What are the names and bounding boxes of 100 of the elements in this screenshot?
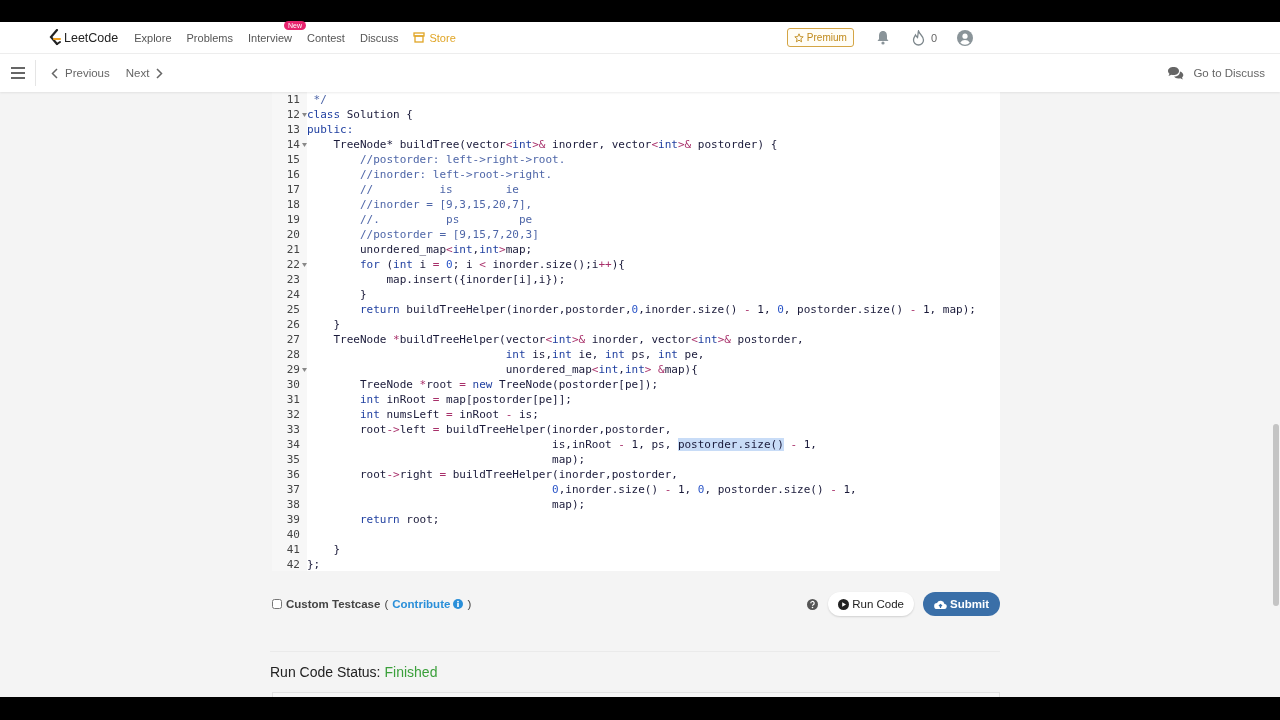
nav-link[interactable]: Contest (307, 31, 345, 44)
code-line: int inRoot = map[postorder[pe]]; (358, 393, 572, 406)
code-line: //inorder = [9,3,15,20,7], (358, 198, 533, 211)
code-line: //postorder: left->right->root. (358, 153, 566, 166)
code-line: // is ie (358, 183, 519, 196)
line-number: 33 (286, 423, 300, 436)
code-line: TreeNode *root = new TreeNode(postorder[pe]); (358, 378, 659, 391)
line-number: 32 (286, 408, 300, 421)
chevron-left-icon (51, 67, 58, 79)
code-line: map.insert({inorder[i],i}); (385, 273, 566, 286)
line-number: 19 (286, 213, 300, 226)
menu-icon[interactable] (11, 67, 25, 79)
nav-link[interactable]: Explore (134, 31, 172, 44)
star-icon (793, 32, 804, 43)
logo-icon (48, 28, 62, 47)
code-line: int is,int ie, int ps, int pe, (504, 348, 705, 361)
fold-arrow-icon[interactable] (302, 142, 307, 147)
line-number: 41 (286, 543, 300, 556)
code-line: //inorder: left->root->right. (358, 168, 553, 181)
code-line: }; (307, 558, 321, 571)
submit-button[interactable]: Submit (923, 592, 1000, 616)
line-number: 42 (286, 558, 300, 571)
code-line: is,inRoot - 1, ps, postorder.size() - 1, (551, 438, 817, 451)
code-line: for (int i = 0; i < inorder.size();i++){ (358, 258, 625, 271)
close-parenthesis: ) (467, 598, 472, 610)
code-line: } (358, 288, 367, 301)
line-number: 21 (286, 243, 300, 256)
code-line: //. ps pe (358, 213, 533, 226)
custom-testcase-checkbox[interactable] (272, 599, 282, 609)
help-icon[interactable] (807, 598, 819, 610)
status-value: Finished (384, 664, 438, 680)
line-number: 36 (286, 468, 300, 481)
code-line: unordered_map<int,int>map; (358, 243, 533, 256)
streak-count: 0 (930, 31, 937, 44)
line-number: 18 (286, 198, 300, 211)
line-number: 22 (286, 258, 300, 271)
play-icon (838, 598, 850, 610)
line-number: 20 (286, 228, 300, 241)
code-line: 0,inorder.size() - 1, 0, postorder.size() - 1, (551, 483, 857, 496)
line-number: 38 (286, 498, 300, 511)
line-number: 27 (286, 333, 300, 346)
line-number: 31 (286, 393, 300, 406)
previous-button[interactable]: Previous (48, 65, 113, 81)
open-parenthesis: ( (384, 598, 389, 610)
code-line: } (332, 318, 341, 331)
line-number: 16 (286, 168, 300, 181)
custom-testcase-label[interactable]: Custom Testcase (286, 598, 381, 610)
cloud-upload-icon (934, 598, 947, 610)
avatar-icon[interactable] (957, 29, 973, 46)
line-number: 25 (286, 303, 300, 316)
run-code-button[interactable]: Run Code (828, 592, 914, 616)
fold-arrow-icon[interactable] (302, 262, 307, 267)
info-icon[interactable] (453, 599, 464, 609)
code-line: //postorder = [9,15,7,20,3] (358, 228, 539, 241)
go-to-discuss-button[interactable]: Go to Discuss (1164, 64, 1268, 82)
code-line: int numsLeft = inRoot - is; (358, 408, 539, 421)
line-number: 15 (286, 153, 300, 166)
status-label: Run Code Status: (270, 664, 381, 680)
line-number: 34 (286, 438, 300, 451)
line-number: 11 (286, 93, 300, 106)
store-icon (413, 32, 426, 43)
code-line: unordered_map<int,int> &map){ (504, 363, 698, 376)
line-number: 29 (286, 363, 300, 376)
code-line: root->right = buildTreeHelper(inorder,postorder, (358, 468, 678, 481)
nav-link[interactable]: Problems (186, 31, 233, 44)
code-line: root->left = buildTreeHelper(inorder,postorder, (358, 423, 672, 436)
fold-arrow-icon[interactable] (302, 367, 307, 372)
line-number: 35 (286, 453, 300, 466)
line-number: 39 (286, 513, 300, 526)
bell-icon[interactable] (875, 30, 890, 45)
code-line: map); (551, 453, 586, 466)
code-line: } (332, 543, 341, 556)
line-number: 17 (286, 183, 300, 196)
fold-arrow-icon[interactable] (302, 112, 307, 117)
code-editor[interactable] (272, 90, 1000, 571)
code-line: class Solution { (307, 108, 413, 121)
code-line: public: (307, 123, 354, 136)
chevron-right-icon (156, 67, 164, 79)
line-number: 14 (286, 138, 300, 151)
code-line: TreeNode *buildTreeHelper(vector<int>& inorder, vector<int>& postorder, (332, 333, 804, 346)
line-number: 23 (286, 273, 300, 286)
scrollbar-thumb[interactable] (1273, 424, 1279, 606)
code-line: */ (312, 93, 327, 106)
code-line: TreeNode* buildTree(vector<int>& inorder, vector<int>& postorder) { (332, 138, 778, 151)
line-number: 13 (286, 123, 300, 136)
line-number: 40 (286, 528, 300, 541)
line-number: 28 (286, 348, 300, 361)
line-number: 26 (286, 318, 300, 331)
nav-link[interactable]: Discuss (359, 31, 399, 44)
chat-bubbles-icon (1167, 66, 1185, 80)
next-button[interactable]: Next (122, 65, 167, 81)
line-number: 12 (286, 108, 300, 121)
line-number: 24 (286, 288, 300, 301)
line-number: 30 (286, 378, 300, 391)
code-line: map); (551, 498, 586, 511)
code-line: return buildTreeHelper(inorder,postorder,0,inorder.size() - 1, 0, postorder.size() - 1, map); (358, 303, 976, 316)
logo-text[interactable]: LeetCode (64, 30, 119, 45)
line-number: 37 (286, 483, 300, 496)
flame-icon[interactable] (911, 29, 925, 46)
code-line: return root; (358, 513, 440, 526)
